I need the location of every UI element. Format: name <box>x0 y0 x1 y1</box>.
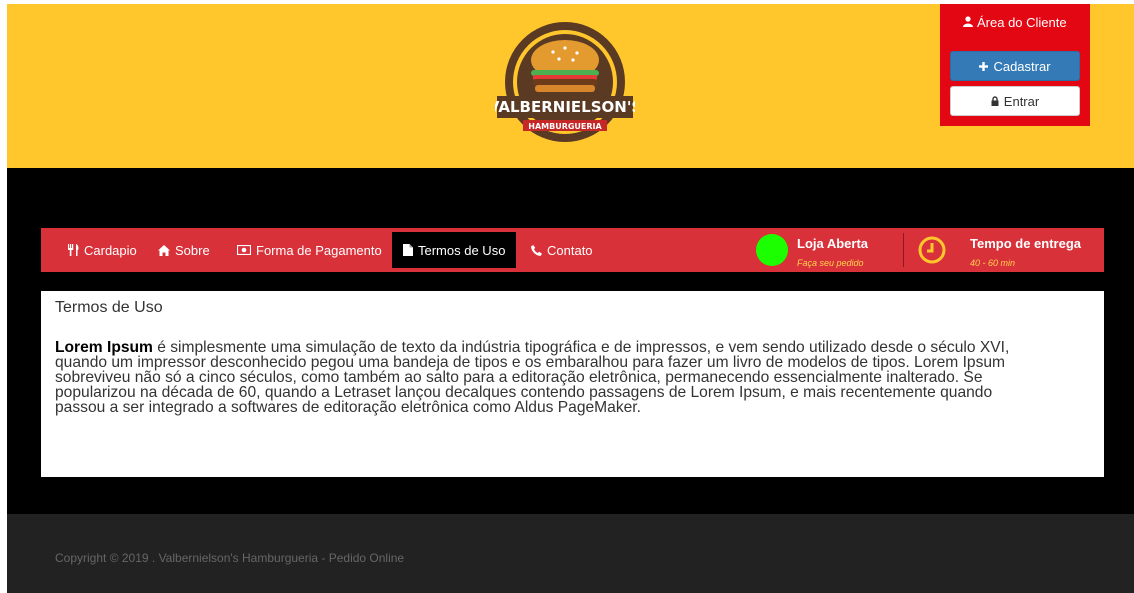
nav-item-cardapio[interactable]: Cardapio <box>57 232 148 268</box>
nav-item-label: Sobre <box>175 242 210 258</box>
login-button-label: Entrar <box>1003 93 1040 109</box>
client-area-title-text: Área do Cliente <box>977 15 1067 30</box>
plus-icon <box>979 61 989 71</box>
home-icon <box>158 244 170 256</box>
header: VALBERNIELSON'S HAMBURGUERIA Área do Cli… <box>7 4 1134 168</box>
client-area-title: Área do Cliente <box>940 15 1090 30</box>
page-title: Termos de Uso <box>55 299 163 316</box>
nav-item-label: Cardapio <box>84 242 137 258</box>
nav-item-label: Termos de Uso <box>418 242 506 258</box>
nav-item-sobre[interactable]: Sobre <box>147 232 221 268</box>
delivery-time-title: Tempo de entrega <box>970 236 1082 251</box>
terms-panel: Termos de Uso Lorem Ipsum é simplesmente… <box>41 291 1104 477</box>
client-area: Área do Cliente Cadastrar Entrar <box>940 4 1090 126</box>
file-icon <box>403 244 413 256</box>
nav-item-label: Forma de Pagamento <box>256 242 382 258</box>
delivery-time-value: 40 - 60 min <box>970 258 1016 268</box>
logo-sub: HAMBURGUERIA <box>528 122 602 131</box>
footer: Copyright © 2019 . Valbernielson's Hambu… <box>7 514 1134 593</box>
register-button[interactable]: Cadastrar <box>950 51 1080 81</box>
copyright-text: Copyright © 2019 . Valbernielson's Hambu… <box>55 551 405 565</box>
store-status-title: Loja Aberta <box>797 236 869 251</box>
lock-icon <box>991 96 999 106</box>
phone-icon <box>531 244 542 256</box>
terms-line: passou a ser integrado a softwares de ed… <box>55 399 641 416</box>
nav-item-label: Contato <box>547 242 593 258</box>
login-button[interactable]: Entrar <box>950 86 1080 116</box>
cutlery-icon <box>68 244 79 256</box>
logo[interactable]: VALBERNIELSON'S HAMBURGUERIA <box>495 18 635 146</box>
nav-item-termos-de-uso[interactable]: Termos de Uso <box>392 232 517 268</box>
store-status-subtitle: Faça seu pedido <box>797 258 864 268</box>
page: VALBERNIELSON'S HAMBURGUERIA Área do Cli… <box>7 4 1134 593</box>
register-button-label: Cadastrar <box>993 58 1051 74</box>
terms-paragraph: Lorem Ipsum é simplesmente uma simulação… <box>55 340 1090 416</box>
nav-item-forma-de-pagamento[interactable]: Forma de Pagamento <box>226 232 393 268</box>
clock-icon <box>918 236 946 264</box>
logo-name: VALBERNIELSON'S <box>495 98 635 116</box>
store-status-indicator <box>756 234 788 266</box>
nav-item-contato[interactable]: Contato <box>520 232 604 268</box>
nav-divider <box>903 233 904 267</box>
main-nav: Cardapio Sobre Forma de Pagamento Termos… <box>41 228 1104 272</box>
money-icon <box>237 245 251 255</box>
user-icon <box>963 16 974 27</box>
